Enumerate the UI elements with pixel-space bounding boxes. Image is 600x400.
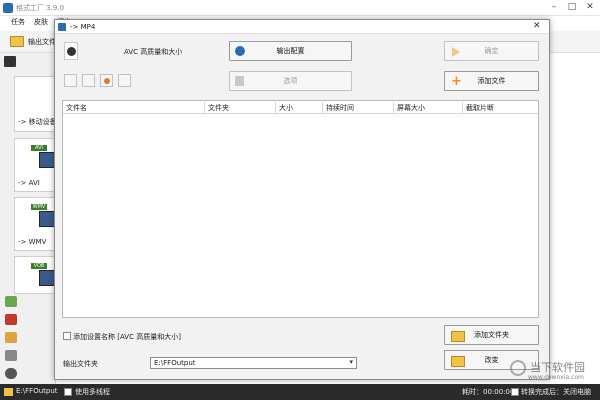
output-folder-label: 输出文件夹: [63, 360, 98, 368]
image-category-icon[interactable]: [5, 314, 17, 325]
watermark-site-name: 当下软件园: [530, 361, 585, 374]
output-folder-toolbar-label[interactable]: 输出文件: [28, 37, 56, 47]
app-title-bar: [0, 0, 600, 16]
maximize-icon[interactable]: □: [564, 1, 580, 13]
dialog-title-bar: [55, 20, 549, 34]
sidebar-card-mobile[interactable]: -> 移动设备: [14, 76, 58, 132]
column-divider: [393, 102, 394, 113]
chevron-down-icon: ▾: [349, 358, 353, 366]
output-folder-select[interactable]: E:\FFOutput ▾: [150, 357, 357, 369]
shutdown-label: 转换完成后：关闭电脑: [521, 388, 591, 396]
gear-icon: [235, 46, 245, 56]
column-divider: [204, 102, 205, 113]
profile-text: AVC 高质量和大小: [124, 48, 183, 56]
plus-icon: +: [451, 74, 462, 89]
add-file-button[interactable]: + 添加文件: [444, 71, 539, 91]
folder-open-icon: [451, 356, 465, 367]
options-label: 选项: [283, 77, 298, 85]
document-category-icon[interactable]: [5, 332, 17, 343]
column-divider: [322, 102, 323, 113]
film-icon: [39, 152, 55, 168]
rom-device-category-icon[interactable]: [5, 350, 17, 361]
disc-icon: [39, 270, 55, 286]
avi-badge: AVI: [31, 145, 47, 151]
app-title: 格式工厂 3.9.0: [16, 4, 65, 12]
minimize-icon[interactable]: –: [546, 1, 562, 13]
play-icon[interactable]: [100, 74, 113, 87]
column-divider: [275, 102, 276, 113]
add-setting-name-label: 添加设置名称 [AVC 高质量和大小]: [73, 333, 181, 341]
add-file-label: 添加文件: [477, 77, 506, 85]
utilities-category-icon[interactable]: [5, 368, 17, 379]
options-button[interactable]: 选项: [229, 71, 352, 91]
folder-icon[interactable]: [10, 36, 24, 47]
folder-icon[interactable]: [4, 388, 13, 396]
sidebar-card-vob[interactable]: VOB: [14, 256, 58, 294]
folder-add-icon: [451, 331, 465, 342]
file-list[interactable]: [62, 100, 539, 318]
options-icon: [235, 76, 244, 86]
audio-category-icon[interactable]: [5, 296, 17, 307]
watermark-logo-icon: [510, 360, 526, 376]
shutdown-checkbox[interactable]: [511, 388, 519, 396]
add-folder-label: 添加文件夹: [474, 331, 509, 339]
add-folder-button[interactable]: 添加文件夹: [444, 325, 539, 345]
output-folder-value: E:\FFOutput: [154, 359, 196, 367]
ok-button[interactable]: 确定: [444, 41, 539, 61]
output-config-button[interactable]: 输出配置: [229, 41, 352, 61]
film-icon: [39, 211, 55, 227]
dialog-app-icon: [58, 23, 66, 31]
close-icon[interactable]: ✕: [582, 1, 598, 13]
add-setting-name-checkbox[interactable]: [63, 332, 71, 340]
sidebar-card-label: -> 移动设备: [18, 118, 57, 126]
video-category-icon[interactable]: [4, 56, 16, 67]
column-divider: [462, 102, 463, 113]
column-header-clip[interactable]: 截取片断: [466, 103, 494, 113]
sidebar-card-label: -> WMV: [18, 238, 47, 246]
column-header-duration[interactable]: 持续时间: [326, 103, 354, 113]
multithread-checkbox[interactable]: [64, 388, 72, 396]
change-label: 改变: [484, 356, 499, 364]
ok-label: 确定: [484, 47, 499, 55]
menu-item-skin[interactable]: 皮肤: [34, 17, 48, 27]
sidebar-card-wmv[interactable]: WMV -> WMV: [14, 197, 58, 251]
arrow-right-icon: [452, 47, 460, 57]
dialog-title: -> MP4: [70, 23, 96, 31]
menu-item-task[interactable]: 任务: [11, 17, 25, 27]
clear-list-icon[interactable]: [82, 74, 95, 87]
column-header-folder[interactable]: 文件夹: [208, 103, 229, 113]
wmv-badge: WMV: [31, 204, 47, 210]
column-header-filename[interactable]: 文件名: [66, 103, 87, 113]
vob-badge: VOB: [31, 263, 47, 269]
elapsed-time: 耗时：00:00:00: [462, 388, 515, 396]
sidebar-card-avi[interactable]: AVI -> AVI: [14, 138, 58, 192]
dialog-close-icon[interactable]: ✕: [533, 21, 541, 31]
remove-file-icon[interactable]: [64, 74, 77, 87]
mp4-format-icon: [64, 42, 78, 60]
status-output-path: E:\FFOutput: [16, 387, 58, 395]
watermark-site-url: www.downxia.com: [528, 374, 584, 381]
app-logo-icon: [3, 3, 13, 13]
sidebar-card-label: -> AVI: [18, 179, 40, 187]
column-header-screen-size[interactable]: 屏幕大小: [397, 103, 425, 113]
column-header-size[interactable]: 大小: [279, 103, 293, 113]
media-info-icon[interactable]: [118, 74, 131, 87]
output-config-label: 输出配置: [276, 47, 305, 55]
multithread-label: 使用多线程: [75, 388, 110, 396]
